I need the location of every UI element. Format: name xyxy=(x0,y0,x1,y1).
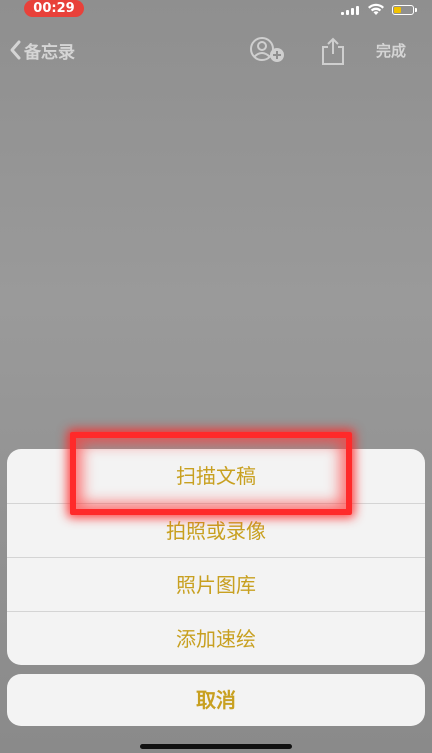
back-label: 备忘录 xyxy=(24,42,75,63)
cancel-label: 取消 xyxy=(196,688,236,712)
cancel-button[interactable]: 取消 xyxy=(7,674,425,726)
share-icon[interactable] xyxy=(320,36,346,66)
take-photo-or-video-option[interactable]: 拍照或录像 xyxy=(7,504,425,558)
navigation-bar: 备忘录 完成 xyxy=(0,30,432,70)
home-indicator xyxy=(140,744,292,749)
action-sheet: 扫描文稿 拍照或录像 照片图库 添加速绘 xyxy=(7,449,425,665)
photo-library-option[interactable]: 照片图库 xyxy=(7,558,425,612)
back-button[interactable]: 备忘录 xyxy=(8,38,75,63)
scan-documents-option[interactable]: 扫描文稿 xyxy=(7,449,425,503)
person-add-icon[interactable] xyxy=(248,36,286,66)
done-button[interactable]: 完成 xyxy=(376,40,406,61)
status-bar: 00:29 xyxy=(0,0,432,22)
wifi-icon xyxy=(368,3,384,15)
status-time: 00:29 xyxy=(24,0,84,17)
battery-cap xyxy=(415,8,417,12)
add-sketch-option[interactable]: 添加速绘 xyxy=(7,612,425,665)
chevron-left-icon xyxy=(10,40,21,60)
cellular-signal-icon xyxy=(341,6,361,15)
battery-icon xyxy=(392,5,414,15)
